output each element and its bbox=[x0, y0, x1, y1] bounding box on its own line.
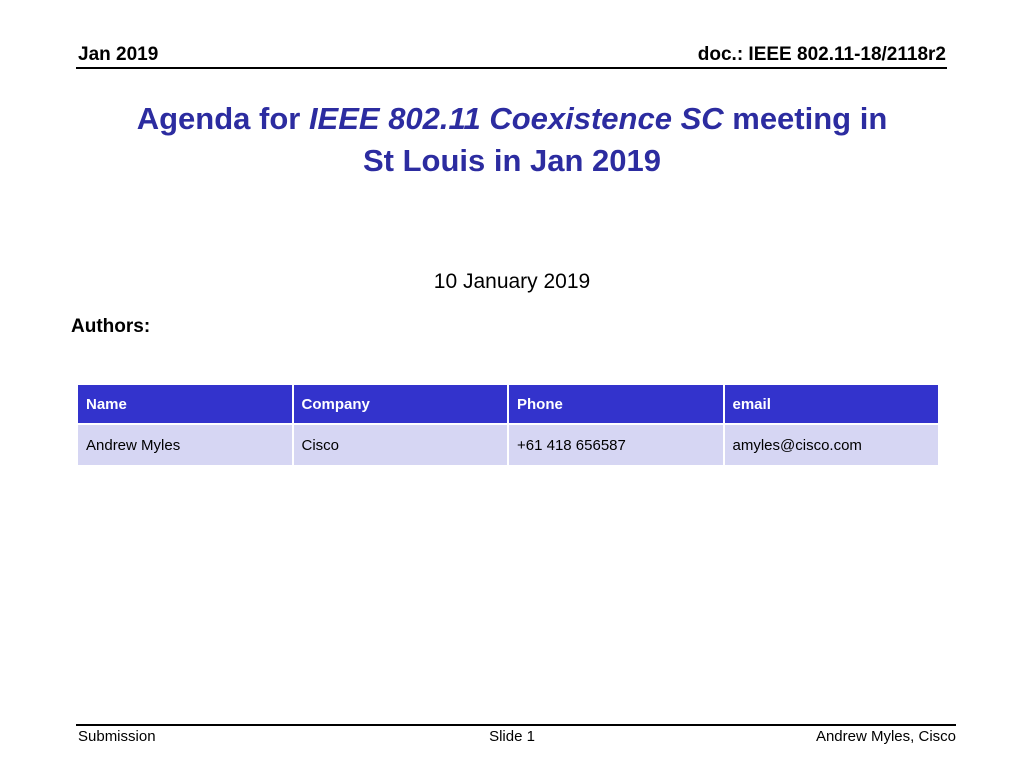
title-italic: IEEE 802.11 Coexistence SC bbox=[308, 101, 724, 136]
header-date: Jan 2019 bbox=[78, 44, 159, 65]
column-header-phone: Phone bbox=[507, 383, 725, 425]
authors-table: Name Company Phone email Andrew Myles Ci… bbox=[76, 383, 940, 467]
date-line: 10 January 2019 bbox=[433, 270, 591, 293]
cell-email: amyles@cisco.com bbox=[722, 423, 940, 467]
header-divider bbox=[76, 67, 947, 69]
title-suffix: meeting in bbox=[723, 101, 888, 136]
footer-divider bbox=[76, 724, 956, 726]
cell-company: Cisco bbox=[291, 423, 509, 467]
table-row: Andrew Myles Cisco +61 418 656587 amyles… bbox=[76, 423, 940, 467]
title-prefix: Agenda for bbox=[136, 101, 309, 136]
column-header-company: Company bbox=[291, 383, 509, 425]
title-line2: St Louis in Jan 2019 bbox=[362, 143, 662, 178]
table-header-row: Name Company Phone email bbox=[76, 383, 940, 425]
column-header-name: Name bbox=[76, 383, 294, 425]
cell-name: Andrew Myles bbox=[76, 423, 294, 467]
authors-label: Authors: bbox=[71, 316, 151, 337]
column-header-email: email bbox=[722, 383, 940, 425]
header-doc-id: doc.: IEEE 802.11-18/2118r2 bbox=[697, 44, 946, 65]
cell-phone: +61 418 656587 bbox=[507, 423, 725, 467]
footer-author: Andrew Myles, Cisco bbox=[815, 728, 956, 745]
slide-title: Agenda for IEEE 802.11 Coexistence SC me… bbox=[60, 98, 964, 182]
